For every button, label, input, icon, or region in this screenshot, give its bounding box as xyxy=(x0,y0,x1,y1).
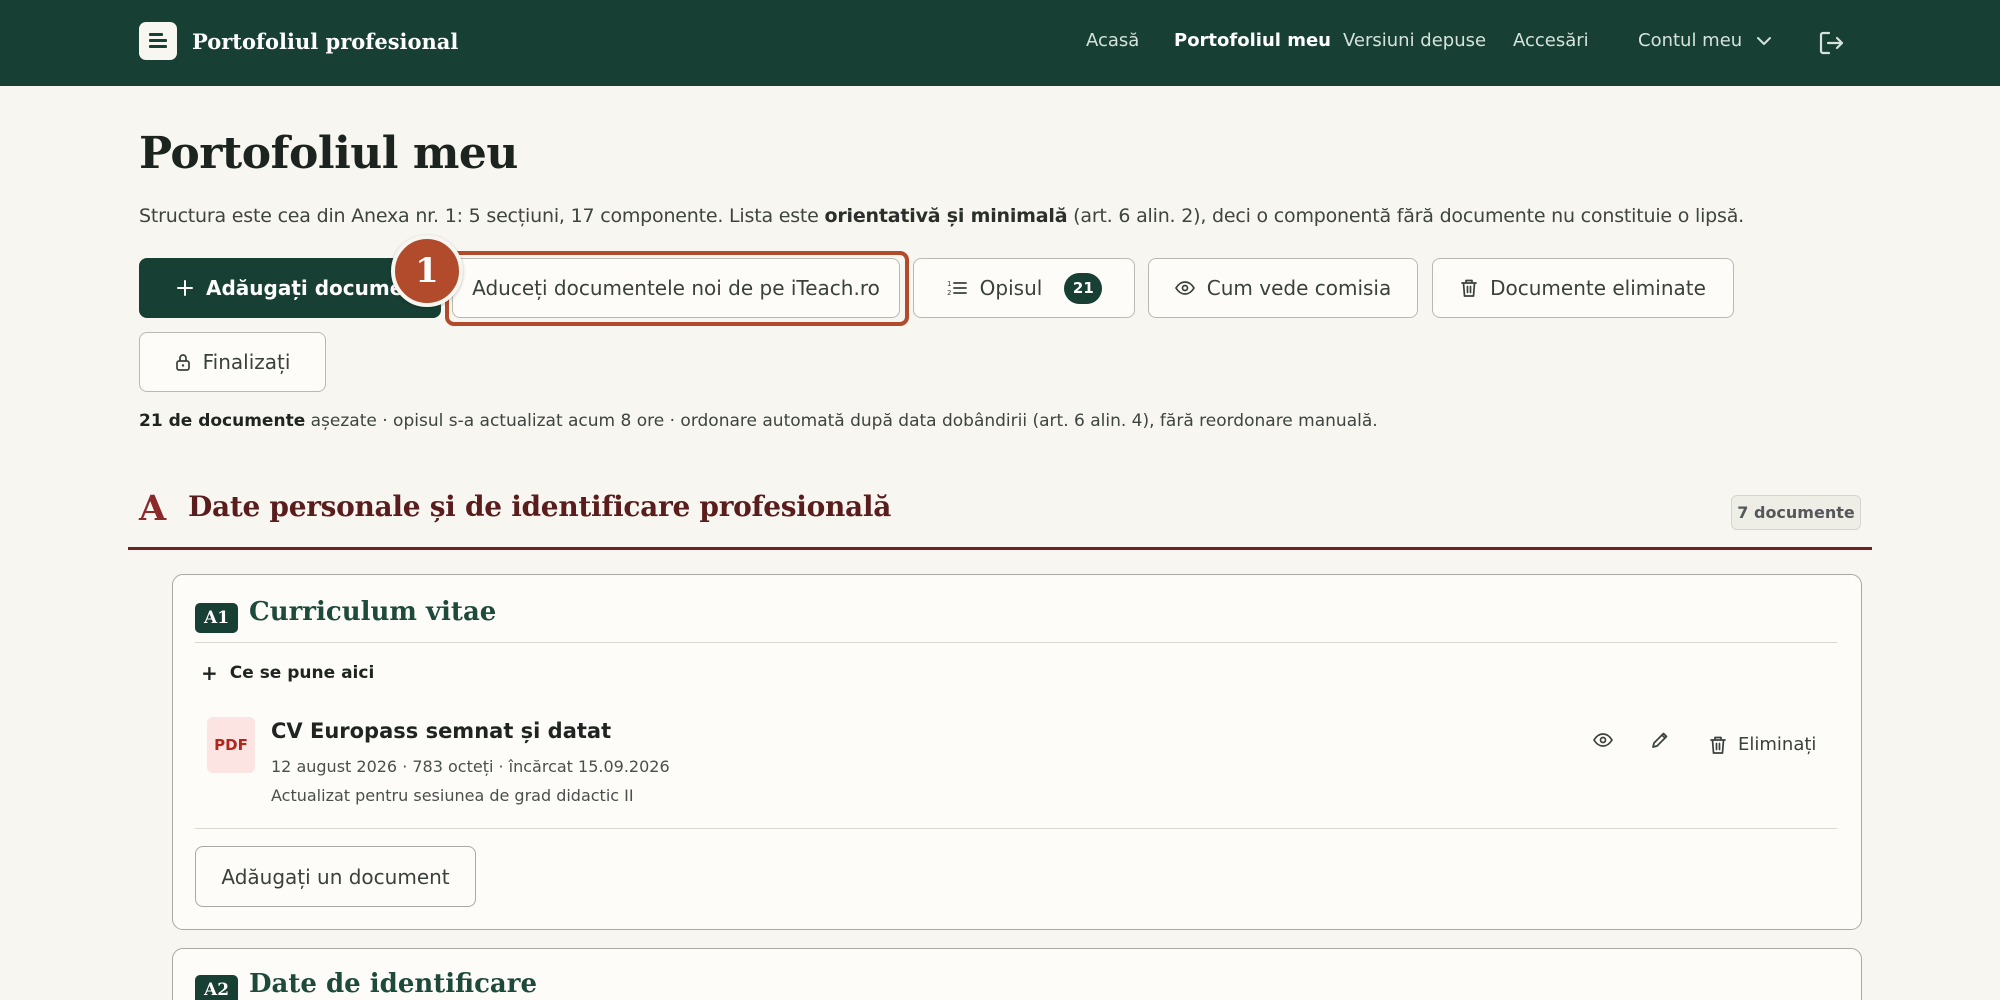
nav-link-my-portfolio[interactable]: Portofoliul meu xyxy=(1174,30,1331,51)
card-divider xyxy=(195,828,1837,829)
account-menu-label: Contul meu xyxy=(1638,30,1743,51)
component-card-a2: A2 Date de identificare xyxy=(172,948,1862,1000)
committee-view-label: Cum vede comisia xyxy=(1206,276,1392,300)
document-logo-icon xyxy=(139,22,177,60)
plus-icon: + xyxy=(201,661,218,685)
component-card-a1: A1 Curriculum vitae + Ce se pune aici PD… xyxy=(172,574,1862,930)
component-title: Curriculum vitae xyxy=(249,597,497,627)
page-intro: Structura este cea din Anexa nr. 1: 5 se… xyxy=(139,205,1744,227)
document-title[interactable]: CV Europass semnat și datat xyxy=(271,719,611,743)
view-document-icon[interactable] xyxy=(1593,733,1613,747)
svg-text:1: 1 xyxy=(947,280,951,288)
section-divider xyxy=(128,547,1872,550)
document-note: Actualizat pentru sesiunea de grad didac… xyxy=(271,786,634,805)
add-component-document-button[interactable]: Adăugați un document xyxy=(195,846,476,907)
edit-document-icon[interactable] xyxy=(1650,730,1670,750)
finalize-label: Finalizați xyxy=(202,350,291,374)
highlight-ring xyxy=(445,251,909,326)
plus-icon xyxy=(176,279,194,297)
card-divider xyxy=(195,642,1837,643)
nav-link-submitted-versions[interactable]: Versiuni depuse xyxy=(1343,30,1486,51)
nav-link-access-log[interactable]: Accesări xyxy=(1513,30,1589,51)
component-title: Date de identificare xyxy=(249,969,537,999)
opis-label: Opisul xyxy=(979,276,1043,300)
removed-documents-label: Documente eliminate xyxy=(1490,276,1706,300)
pdf-file-icon: PDF xyxy=(207,717,255,773)
brand-title: Portofoliul profesional xyxy=(192,28,459,54)
numbered-list-icon: 12 xyxy=(946,278,968,298)
help-toggle-label: Ce se pune aici xyxy=(229,663,375,683)
removed-documents-button[interactable]: Documente eliminate xyxy=(1432,258,1734,318)
component-code: A1 xyxy=(195,603,239,633)
finalize-button[interactable]: Finalizați xyxy=(139,332,326,392)
step-marker: 1 xyxy=(391,235,463,307)
help-toggle[interactable]: + Ce se pune aici xyxy=(201,661,374,685)
account-menu[interactable]: Contul meu xyxy=(1638,30,1772,51)
nav-link-home[interactable]: Acasă xyxy=(1086,30,1139,51)
chevron-down-icon xyxy=(1757,36,1772,45)
remove-document-button[interactable]: Eliminați xyxy=(1709,734,1816,755)
brand[interactable]: Portofoliul profesional xyxy=(139,22,458,60)
remove-document-label: Eliminați xyxy=(1738,734,1817,755)
top-navigation-bar: Portofoliul profesional Acasă Portofoliu… xyxy=(0,0,2000,86)
opis-count-badge: 21 xyxy=(1064,272,1103,304)
section-title: Date personale și de identificare profes… xyxy=(188,490,892,523)
trash-icon xyxy=(1710,736,1726,754)
eye-icon xyxy=(1174,281,1195,295)
committee-view-button[interactable]: Cum vede comisia xyxy=(1148,258,1418,318)
document-meta: 12 august 2026 · 783 octeți · încărcat 1… xyxy=(271,757,670,776)
lock-icon xyxy=(175,352,191,372)
logout-icon[interactable] xyxy=(1816,28,1846,62)
section-document-count: 7 documente xyxy=(1731,495,1861,530)
opis-button[interactable]: 12 Opisul 21 xyxy=(913,258,1135,318)
svg-text:2: 2 xyxy=(947,289,951,297)
component-code: A2 xyxy=(195,975,239,1000)
trash-icon xyxy=(1460,278,1478,298)
section-letter: A xyxy=(139,488,167,529)
page-title: Portofoliul meu xyxy=(139,128,518,179)
portfolio-summary: 21 de documente așezate · opisul s-a act… xyxy=(139,411,1378,431)
